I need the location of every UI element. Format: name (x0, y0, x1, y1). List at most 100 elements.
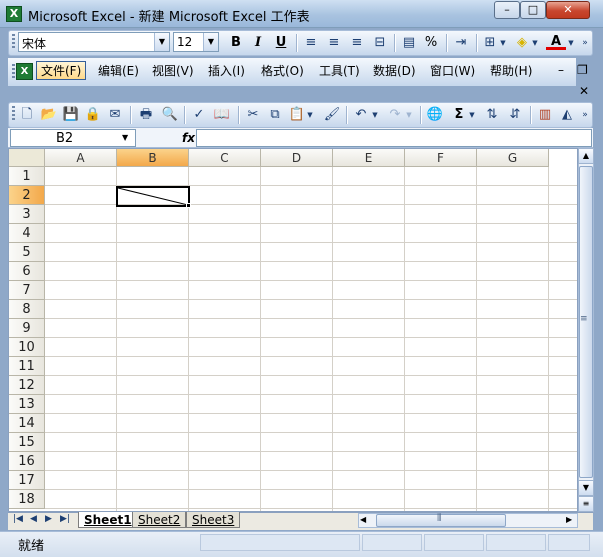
menu-insert[interactable]: 插入(I) (208, 62, 245, 81)
menu-edit[interactable]: 编辑(E) (98, 62, 139, 81)
insert-function-button[interactable]: fx (182, 131, 195, 145)
research-icon[interactable]: 📖 (212, 105, 232, 125)
doc-close-button[interactable]: ✕ (579, 84, 589, 98)
row-header-17[interactable]: 17 (9, 471, 45, 490)
column-header-e[interactable]: E (333, 149, 405, 167)
borders-icon[interactable]: ⊞ (480, 33, 500, 53)
undo-icon[interactable]: ↶ (351, 105, 371, 125)
permission-icon[interactable]: 🔒 (83, 105, 103, 125)
row-header-10[interactable]: 10 (9, 338, 45, 357)
align-center-icon[interactable]: ≡ (324, 33, 344, 53)
toolbar-grip[interactable] (12, 106, 15, 122)
toolbar-grip[interactable] (12, 64, 15, 80)
split-box-icon[interactable]: ≡ (578, 496, 594, 512)
minimize-button[interactable]: – (494, 1, 520, 19)
font-color-button[interactable]: A (546, 33, 566, 50)
first-sheet-icon[interactable]: |◀ (13, 514, 23, 524)
new-icon[interactable]: 🗋 (17, 105, 37, 125)
email-icon[interactable]: ✉ (105, 105, 125, 125)
chevron-down-icon[interactable]: ▼ (305, 105, 315, 125)
chevron-down-icon[interactable]: ▼ (530, 33, 540, 53)
doc-minimize-button[interactable]: – (558, 63, 564, 77)
underline-button[interactable]: U (271, 33, 291, 53)
row-header-6[interactable]: 6 (9, 262, 45, 281)
doc-restore-button[interactable]: ❐ (577, 63, 588, 77)
toolbar-options-icon[interactable]: » (579, 105, 591, 125)
chevron-down-icon[interactable]: ▼ (404, 105, 414, 125)
toolbar-options-icon[interactable]: » (579, 33, 591, 53)
menu-format[interactable]: 格式(O) (261, 62, 304, 81)
save-icon[interactable]: 💾 (61, 105, 81, 125)
chevron-down-icon[interactable]: ▼ (566, 33, 576, 53)
row-header-18[interactable]: 18 (9, 490, 45, 509)
hyperlink-icon[interactable]: 🌐 (425, 105, 445, 125)
autosum-button[interactable]: Σ (449, 105, 469, 125)
indent-icon[interactable]: ⇥ (451, 33, 471, 53)
font-name-combo[interactable]: 宋体 ▼ (18, 32, 170, 52)
column-header-a[interactable]: A (45, 149, 117, 167)
menu-help[interactable]: 帮助(H) (490, 62, 532, 81)
sheet-tab-1[interactable]: Sheet1 (78, 512, 138, 528)
column-header-f[interactable]: F (405, 149, 477, 167)
chevron-down-icon[interactable]: ▼ (122, 133, 128, 142)
cell-area[interactable] (45, 167, 577, 511)
column-header-g[interactable]: G (477, 149, 549, 167)
last-sheet-icon[interactable]: ▶| (60, 514, 70, 524)
menu-file[interactable]: 文件(F) (36, 61, 87, 80)
row-header-2[interactable]: 2 (9, 186, 45, 205)
row-header-4[interactable]: 4 (9, 224, 45, 243)
fill-handle[interactable] (186, 203, 191, 208)
align-right-icon[interactable]: ≡ (347, 33, 367, 53)
active-cell-b2[interactable] (116, 186, 190, 207)
open-icon[interactable]: 📂 (39, 105, 59, 125)
fill-color-icon[interactable]: ◈ (512, 33, 532, 53)
menu-window[interactable]: 窗口(W) (430, 62, 475, 81)
paste-icon[interactable]: 📋 (287, 105, 307, 125)
column-header-b[interactable]: B (117, 149, 189, 167)
row-header-7[interactable]: 7 (9, 281, 45, 300)
row-header-3[interactable]: 3 (9, 205, 45, 224)
merge-center-icon[interactable]: ⊟ (370, 33, 390, 53)
workbook-icon[interactable]: X (16, 63, 33, 80)
bold-button[interactable]: B (226, 33, 246, 53)
maximize-button[interactable]: □ (520, 1, 546, 19)
font-size-combo[interactable]: 12 ▼ (173, 32, 219, 52)
close-button[interactable]: ✕ (546, 1, 590, 19)
column-header-d[interactable]: D (261, 149, 333, 167)
scroll-up-icon[interactable]: ▲ (578, 148, 594, 164)
chevron-down-icon[interactable]: ▼ (203, 33, 218, 51)
scroll-down-icon[interactable]: ▼ (578, 480, 594, 496)
align-left-icon[interactable]: ≡ (301, 33, 321, 53)
chevron-down-icon[interactable]: ▼ (154, 33, 169, 51)
toolbar-grip[interactable] (12, 34, 15, 50)
row-header-5[interactable]: 5 (9, 243, 45, 262)
row-header-12[interactable]: 12 (9, 376, 45, 395)
cut-icon[interactable]: ✂ (243, 105, 263, 125)
menu-view[interactable]: 视图(V) (152, 62, 194, 81)
scroll-left-icon[interactable]: ◀ (360, 515, 366, 524)
italic-button[interactable]: I (248, 33, 268, 53)
spelling-icon[interactable]: ✓ (189, 105, 209, 125)
chart-wizard-icon[interactable]: ▥ (535, 105, 555, 125)
print-icon[interactable]: 🖶 (136, 105, 156, 125)
currency-icon[interactable]: ▤ (399, 33, 419, 53)
sort-descending-icon[interactable]: ⇵ (505, 105, 525, 125)
excel-app-icon[interactable]: X (6, 6, 22, 22)
chevron-down-icon[interactable]: ▼ (370, 105, 380, 125)
sort-ascending-icon[interactable]: ⇅ (482, 105, 502, 125)
chevron-down-icon[interactable]: ▼ (467, 105, 477, 125)
row-header-16[interactable]: 16 (9, 452, 45, 471)
chevron-down-icon[interactable]: ▼ (498, 33, 508, 53)
row-header-8[interactable]: 8 (9, 300, 45, 319)
formula-input[interactable] (196, 129, 592, 147)
percent-button[interactable]: % (421, 33, 441, 53)
print-preview-icon[interactable]: 🔍 (160, 105, 180, 125)
redo-icon[interactable]: ↷ (385, 105, 405, 125)
row-header-13[interactable]: 13 (9, 395, 45, 414)
scroll-right-icon[interactable]: ▶ (566, 515, 572, 524)
prev-sheet-icon[interactable]: ◀ (30, 514, 37, 524)
format-painter-icon[interactable]: 🖌 (322, 105, 342, 125)
worksheet-grid[interactable]: ABCDEFG 1 2 3 4 5 6 7 8 9 10 11 12 13 14 15 16 17 18 (8, 148, 578, 512)
row-header-9[interactable]: 9 (9, 319, 45, 338)
copy-icon[interactable]: ⧉ (265, 105, 285, 125)
